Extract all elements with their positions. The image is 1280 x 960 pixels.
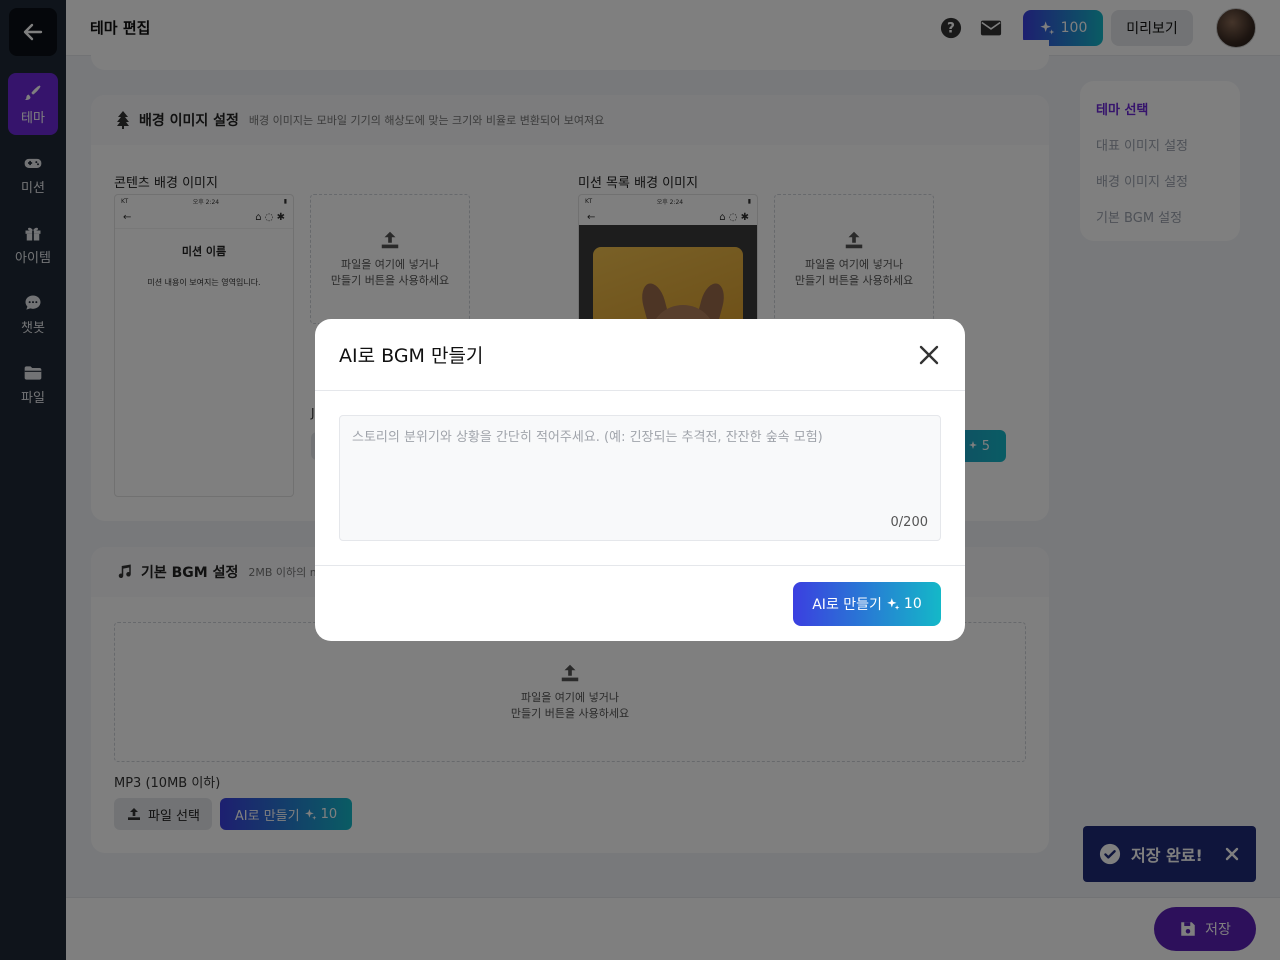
ai-bgm-modal: AI로 BGM 만들기 0/200 AI로 만들기 10: [315, 319, 965, 641]
ai-generate-button[interactable]: AI로 만들기 10: [793, 581, 941, 626]
prompt-textarea[interactable]: [340, 416, 940, 540]
sparkle-icon: [887, 597, 900, 610]
modal-body: 0/200: [315, 391, 965, 566]
modal-title: AI로 BGM 만들기: [339, 345, 484, 367]
ai-generate-label: AI로 만들기: [812, 596, 882, 613]
modal-footer: AI로 만들기 10: [315, 566, 965, 641]
close-icon[interactable]: [917, 343, 941, 367]
char-counter: 0/200: [890, 515, 928, 530]
prompt-field-wrapper: 0/200: [339, 415, 941, 541]
modal-header: AI로 BGM 만들기: [315, 319, 965, 391]
ai-generate-cost: 10: [903, 595, 922, 612]
